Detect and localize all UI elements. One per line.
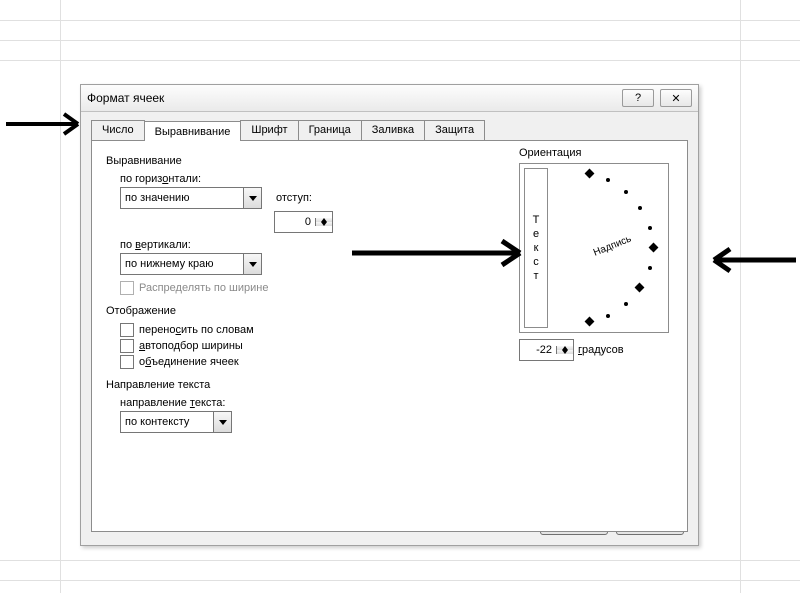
horizontal-combo[interactable]: по значению (120, 187, 262, 209)
degrees-value: -22 (520, 344, 556, 356)
orientation-dial[interactable]: Надпись (548, 164, 668, 332)
direction-value: по контексту (121, 416, 213, 428)
degrees-spinner[interactable]: -22 (519, 339, 574, 361)
chevron-down-icon (243, 254, 261, 274)
format-cells-dialog: Формат ячеек ? ✕ Число Выравнивание Шриф… (80, 84, 699, 546)
horizontal-value: по значению (121, 192, 243, 204)
vertical-value: по нижнему краю (121, 258, 243, 270)
tab-panel-alignment: Выравнивание по горизонтали: по значению… (91, 140, 688, 532)
help-icon: ? (635, 92, 641, 104)
help-button[interactable]: ? (622, 89, 654, 107)
orientation-sample-text: Надпись (592, 233, 633, 258)
vertical-combo[interactable]: по нижнему краю (120, 253, 262, 275)
annotation-arrow-icon (4, 110, 96, 138)
degrees-label: градусов (578, 344, 624, 356)
titlebar: Формат ячеек ? ✕ (81, 85, 698, 112)
spin-down-icon (316, 222, 332, 226)
close-button[interactable]: ✕ (660, 89, 692, 107)
tab-fill[interactable]: Заливка (361, 120, 425, 140)
tab-alignment[interactable]: Выравнивание (144, 121, 242, 141)
tab-strip: Число Выравнивание Шрифт Граница Заливка… (91, 120, 698, 140)
direction-label: направление текста: (120, 397, 673, 409)
orientation-control[interactable]: Т е к с т (519, 163, 669, 333)
chevron-down-icon (243, 188, 261, 208)
tab-number[interactable]: Число (91, 120, 145, 140)
tab-protection[interactable]: Защита (424, 120, 485, 140)
indent-label: отступ: (276, 192, 312, 204)
indent-value: 0 (275, 216, 315, 228)
direction-combo[interactable]: по контексту (120, 411, 232, 433)
close-icon: ✕ (671, 92, 680, 105)
section-direction: Направление текста (106, 379, 673, 391)
section-orientation: Ориентация (519, 147, 669, 159)
chevron-down-icon (213, 412, 231, 432)
spin-down-icon (557, 350, 573, 354)
dialog-title: Формат ячеек (87, 91, 164, 105)
orientation-block: Ориентация Т е к с т (519, 147, 669, 361)
tab-border[interactable]: Граница (298, 120, 362, 140)
tab-font[interactable]: Шрифт (240, 120, 298, 140)
indent-spinner[interactable]: 0 (274, 211, 333, 233)
annotation-arrow-icon (350, 238, 540, 268)
annotation-arrow-icon (692, 246, 798, 274)
